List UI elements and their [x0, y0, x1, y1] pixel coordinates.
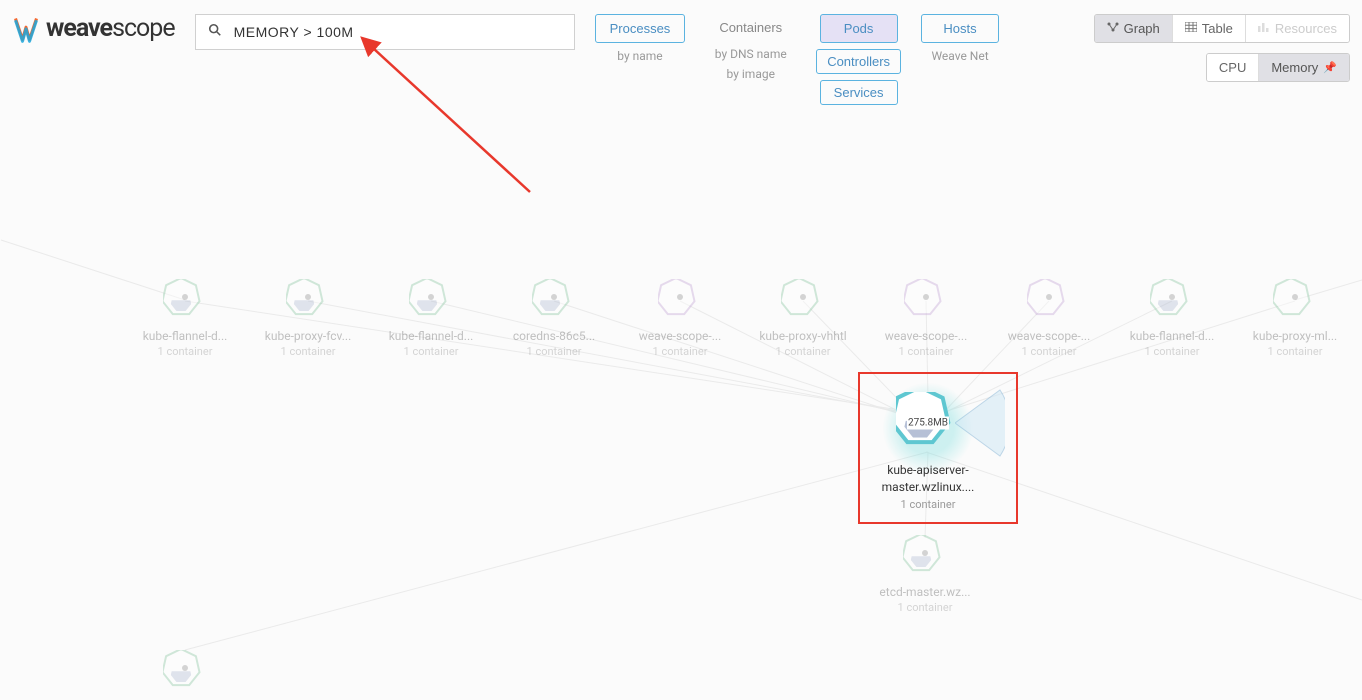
pod-node-n9[interactable]: kube-proxy-ml... 1 container [1240, 279, 1350, 358]
graph-icon [1107, 22, 1119, 35]
node-label: kube-proxy-ml... [1253, 329, 1337, 343]
pod-node-api[interactable]: 275.8MB kube-apiserver-master.wzlinux....… [873, 392, 983, 511]
node-sublabel: 1 container [158, 345, 213, 358]
filter-containers-dns[interactable]: by DNS name [715, 47, 787, 61]
filter-controllers[interactable]: Controllers [816, 49, 901, 74]
node-dot-icon [428, 294, 434, 300]
table-view-button[interactable]: Table [1173, 15, 1246, 42]
node-label: weave-scope-... [639, 329, 721, 343]
node-label: weave-scope-... [885, 329, 967, 343]
node-sublabel: 1 container [901, 498, 956, 511]
filter-processes[interactable]: Processes [595, 14, 686, 43]
node-label: kube-flannel-d... [389, 329, 474, 343]
node-sublabel: 1 container [653, 345, 708, 358]
logo-text: weavescope [46, 14, 175, 43]
pod-node-n12[interactable] [130, 650, 240, 700]
node-label: weave-scope-... [1008, 329, 1090, 343]
node-memory-value: 275.8MB [907, 416, 949, 429]
node-label: coredns-86c5... [513, 329, 595, 343]
node-dot-icon [922, 550, 928, 556]
node-sublabel: 1 container [1268, 345, 1323, 358]
filter-containers-image[interactable]: by image [727, 67, 775, 81]
node-dot-icon [1046, 294, 1052, 300]
header-bar: weavescope Processes by name Containers … [0, 0, 1362, 119]
node-sublabel: 1 container [1145, 345, 1200, 358]
node-dot-icon [1292, 294, 1298, 300]
graph-view-button[interactable]: Graph [1095, 15, 1173, 42]
resources-icon [1258, 22, 1270, 35]
node-dot-icon [182, 294, 188, 300]
node-label: kube-flannel-d... [143, 329, 228, 343]
search-input[interactable] [234, 24, 562, 40]
node-label: etcd-master.wz... [879, 585, 970, 599]
node-shape [163, 279, 207, 323]
logo: weavescope [12, 14, 175, 43]
search-box[interactable] [195, 14, 575, 50]
pod-node-n7[interactable]: weave-scope-... 1 container [994, 279, 1104, 358]
node-shape [1150, 279, 1194, 323]
view-filters: Processes by name Containers by DNS name… [595, 14, 999, 105]
node-shape [658, 279, 702, 323]
resources-view-button: Resources [1246, 15, 1349, 42]
node-label: kube-proxy-vhhtl [759, 329, 846, 343]
node-label: kube-proxy-fcv... [265, 329, 351, 343]
node-shape [781, 279, 825, 323]
node-shape [409, 279, 453, 323]
filter-containers[interactable]: Containers [705, 14, 796, 41]
node-dot-icon [800, 294, 806, 300]
node-dot-icon [551, 294, 557, 300]
node-label: kube-flannel-d... [1130, 329, 1215, 343]
node-dot-icon [1169, 294, 1175, 300]
node-dot-icon [305, 294, 311, 300]
search-icon [208, 23, 222, 41]
pod-node-n2[interactable]: kube-flannel-d... 1 container [376, 279, 486, 358]
filter-pods[interactable]: Pods [820, 14, 898, 43]
filter-weavenet[interactable]: Weave Net [931, 49, 988, 63]
node-dot-icon [182, 665, 188, 671]
node-shape [903, 535, 947, 579]
pin-icon: 📌 [1323, 61, 1337, 74]
pod-node-n3[interactable]: coredns-86c5... 1 container [499, 279, 609, 358]
node-shape [1027, 279, 1071, 323]
pod-node-n4[interactable]: weave-scope-... 1 container [625, 279, 735, 358]
node-shape [163, 650, 207, 694]
pod-node-n0[interactable]: kube-flannel-d... 1 container [130, 279, 240, 358]
pod-node-n1[interactable]: kube-proxy-fcv... 1 container [253, 279, 363, 358]
node-sublabel: 1 container [899, 345, 954, 358]
pod-node-n6[interactable]: weave-scope-... 1 container [871, 279, 981, 358]
node-label: kube-apiserver-master.wzlinux.... [873, 462, 983, 496]
node-shape [904, 279, 948, 323]
filter-processes-byname[interactable]: by name [617, 49, 662, 63]
node-sublabel: 1 container [1022, 345, 1077, 358]
pod-node-n5[interactable]: kube-proxy-vhhtl 1 container [748, 279, 858, 358]
memory-metric-button[interactable]: Memory 📌 [1259, 54, 1349, 81]
filter-hosts[interactable]: Hosts [921, 14, 999, 43]
node-sublabel: 1 container [898, 601, 953, 614]
node-shape [1273, 279, 1317, 323]
view-toggles: Graph Table Resources CPU Memory 📌 [1094, 14, 1350, 82]
pod-node-etcd[interactable]: etcd-master.wz... 1 container [870, 535, 980, 614]
node-shape [286, 279, 330, 323]
node-sublabel: 1 container [281, 345, 336, 358]
pod-node-n8[interactable]: kube-flannel-d... 1 container [1117, 279, 1227, 358]
node-sublabel: 1 container [527, 345, 582, 358]
node-sublabel: 1 container [776, 345, 831, 358]
cpu-metric-button[interactable]: CPU [1207, 54, 1259, 81]
node-dot-icon [923, 294, 929, 300]
filter-services[interactable]: Services [820, 80, 898, 105]
node-sublabel: 1 container [404, 345, 459, 358]
weavescope-logo-icon [12, 15, 40, 43]
table-icon [1185, 22, 1197, 35]
node-shape [532, 279, 576, 323]
node-dot-icon [677, 294, 683, 300]
node-shape: 275.8MB [896, 392, 960, 456]
